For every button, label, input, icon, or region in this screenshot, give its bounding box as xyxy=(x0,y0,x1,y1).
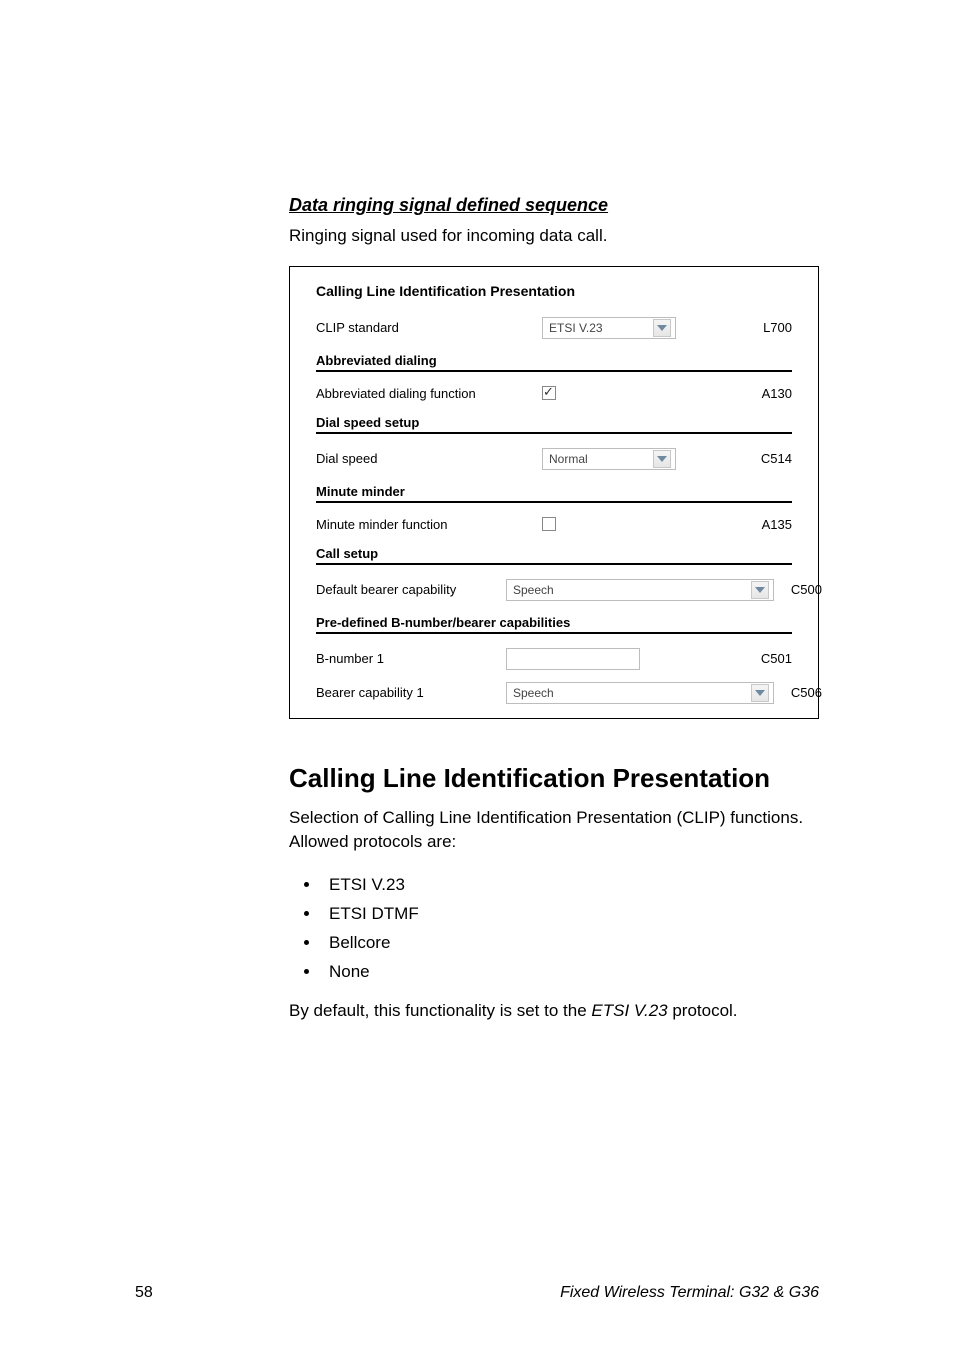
row-bnumber: B-number 1 C501 xyxy=(316,648,792,670)
row-dial-speed: Dial speed Normal C514 xyxy=(316,448,792,470)
label-bnumber: B-number 1 xyxy=(316,651,506,666)
body-para-1: Selection of Calling Line Identification… xyxy=(289,806,819,854)
body-heading: Calling Line Identification Presentation xyxy=(289,763,819,794)
clip-standard-select[interactable]: ETSI V.23 xyxy=(542,317,676,339)
section-desc: Ringing signal used for incoming data ca… xyxy=(289,224,819,248)
heading-abbrev-dialing: Abbreviated dialing xyxy=(316,353,792,372)
chevron-down-icon xyxy=(653,319,671,337)
code-minute: A135 xyxy=(744,517,792,532)
bearer-capability-value: Speech xyxy=(513,686,747,700)
heading-predefined: Pre-defined B-number/bearer capabilities xyxy=(316,615,792,634)
heading-minute-minder: Minute minder xyxy=(316,484,792,503)
row-default-bearer: Default bearer capability Speech C500 xyxy=(316,579,792,601)
chevron-down-icon xyxy=(653,450,671,468)
label-bearer-capability: Bearer capability 1 xyxy=(316,685,506,700)
list-item: ETSI V.23 xyxy=(321,871,819,900)
minute-minder-checkbox[interactable] xyxy=(542,517,556,531)
bnumber-input[interactable] xyxy=(506,648,640,670)
list-item: ETSI DTMF xyxy=(321,900,819,929)
dial-speed-select[interactable]: Normal xyxy=(542,448,676,470)
page-number: 58 xyxy=(135,1284,153,1302)
row-bearer-capability: Bearer capability 1 Speech C506 xyxy=(316,682,792,704)
body-para-2: By default, this functionality is set to… xyxy=(289,999,819,1023)
doc-title: Fixed Wireless Terminal: G32 & G36 xyxy=(560,1284,819,1302)
dial-speed-value: Normal xyxy=(549,452,649,466)
abbrev-dialing-checkbox[interactable] xyxy=(542,386,556,400)
code-bnumber: C501 xyxy=(744,651,792,666)
p2-b: protocol. xyxy=(668,1001,738,1020)
code-bearer-capability: C506 xyxy=(774,685,822,700)
default-bearer-value: Speech xyxy=(513,583,747,597)
row-minute-minder: Minute minder function A135 xyxy=(316,517,792,532)
code-dial-speed: C514 xyxy=(744,451,792,466)
code-clip: L700 xyxy=(744,320,792,335)
label-clip-standard: CLIP standard xyxy=(316,320,516,335)
row-clip-standard: CLIP standard ETSI V.23 L700 xyxy=(316,317,792,339)
bearer-capability-select[interactable]: Speech xyxy=(506,682,774,704)
list-item: None xyxy=(321,958,819,987)
section-heading: Data ringing signal defined sequence xyxy=(289,195,819,216)
page-footer: 58 Fixed Wireless Terminal: G32 & G36 xyxy=(135,1284,819,1302)
p2-em: ETSI V.23 xyxy=(591,1001,667,1020)
settings-figure: Calling Line Identification Presentation… xyxy=(289,266,819,719)
default-bearer-select[interactable]: Speech xyxy=(506,579,774,601)
label-default-bearer: Default bearer capability xyxy=(316,582,506,597)
list-item: Bellcore xyxy=(321,929,819,958)
clip-standard-value: ETSI V.23 xyxy=(549,321,649,335)
label-minute-minder: Minute minder function xyxy=(316,517,516,532)
code-abbrev: A130 xyxy=(744,386,792,401)
figure-title: Calling Line Identification Presentation xyxy=(316,283,792,299)
heading-dial-speed: Dial speed setup xyxy=(316,415,792,434)
heading-call-setup: Call setup xyxy=(316,546,792,565)
code-default-bearer: C500 xyxy=(774,582,822,597)
p2-a: By default, this functionality is set to… xyxy=(289,1001,591,1020)
chevron-down-icon xyxy=(751,581,769,599)
chevron-down-icon xyxy=(751,684,769,702)
label-abbrev-dialing: Abbreviated dialing function xyxy=(316,386,516,401)
protocol-list: ETSI V.23 ETSI DTMF Bellcore None xyxy=(321,871,819,987)
row-abbrev-dialing: Abbreviated dialing function A130 xyxy=(316,386,792,401)
label-dial-speed: Dial speed xyxy=(316,451,516,466)
